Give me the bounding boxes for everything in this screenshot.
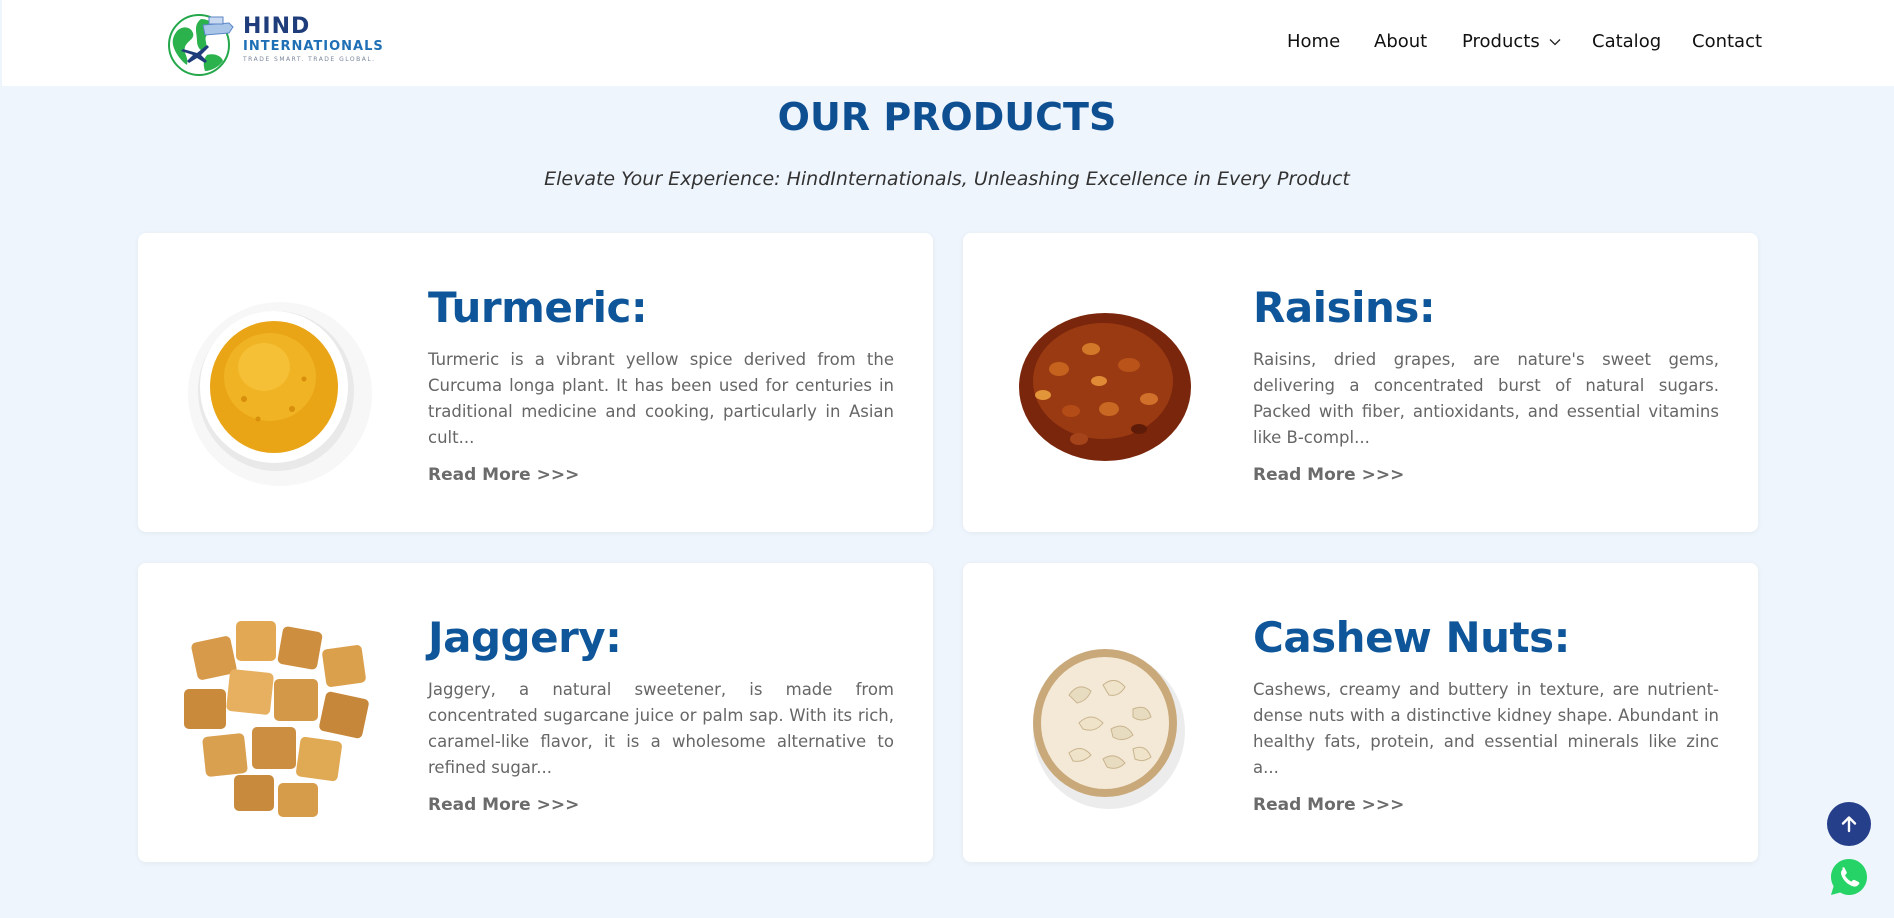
cashew-image	[1033, 649, 1185, 809]
card-title: Cashew Nuts:	[1253, 613, 1570, 662]
card-body: Raisins: Raisins, dried grapes, are natu…	[1253, 281, 1719, 487]
raisins-image	[1019, 313, 1191, 461]
brand-tagline: TRADE SMART. TRADE GLOBAL.	[243, 56, 376, 63]
card-body: Jaggery: Jaggery, a natural sweetener, i…	[428, 611, 894, 817]
site-header: HIND INTERNATIONALS TRADE SMART. TRADE G…	[2, 0, 1894, 86]
product-card-raisins[interactable]: Raisins: Raisins, dried grapes, are natu…	[963, 233, 1758, 532]
nav-about[interactable]: About	[1374, 30, 1427, 54]
card-title: Jaggery:	[428, 613, 622, 662]
card-title: Raisins:	[1253, 283, 1436, 332]
nav-contact[interactable]: Contact	[1692, 30, 1762, 54]
product-card-turmeric[interactable]: Turmeric: Turmeric is a vibrant yellow s…	[138, 233, 933, 532]
read-more-link[interactable]: Read More >>>	[428, 463, 894, 487]
scroll-to-top-button[interactable]	[1827, 802, 1871, 846]
main-nav: Home About Products Catalog Contact	[2, 30, 1894, 54]
chevron-down-icon	[1549, 39, 1561, 46]
card-body: Cashew Nuts: Cashews, creamy and buttery…	[1253, 611, 1719, 817]
card-description: Turmeric is a vibrant yellow spice deriv…	[428, 350, 894, 447]
card-description: Cashews, creamy and buttery in texture, …	[1253, 680, 1719, 777]
jaggery-image	[184, 621, 369, 817]
card-title: Turmeric:	[428, 283, 648, 332]
card-description: Jaggery, a natural sweetener, is made fr…	[428, 680, 894, 777]
card-description: Raisins, dried grapes, are nature's swee…	[1253, 350, 1719, 447]
section-subtitle: Elevate Your Experience: HindInternation…	[544, 168, 1350, 190]
nav-products-label: Products	[1462, 31, 1540, 52]
nav-catalog[interactable]: Catalog	[1592, 30, 1661, 54]
nav-home[interactable]: Home	[1287, 30, 1340, 54]
read-more-link[interactable]: Read More >>>	[428, 793, 894, 817]
read-more-link[interactable]: Read More >>>	[1253, 793, 1719, 817]
arrow-up-icon	[1841, 816, 1857, 833]
read-more-link[interactable]: Read More >>>	[1253, 463, 1719, 487]
whatsapp-icon[interactable]	[1827, 855, 1871, 899]
card-body: Turmeric: Turmeric is a vibrant yellow s…	[428, 281, 894, 487]
nav-products[interactable]: Products	[1462, 30, 1562, 54]
section-title: OUR PRODUCTS	[777, 95, 1117, 139]
turmeric-image	[188, 302, 372, 486]
product-card-jaggery[interactable]: Jaggery: Jaggery, a natural sweetener, i…	[138, 563, 933, 862]
product-card-cashew[interactable]: Cashew Nuts: Cashews, creamy and buttery…	[963, 563, 1758, 862]
